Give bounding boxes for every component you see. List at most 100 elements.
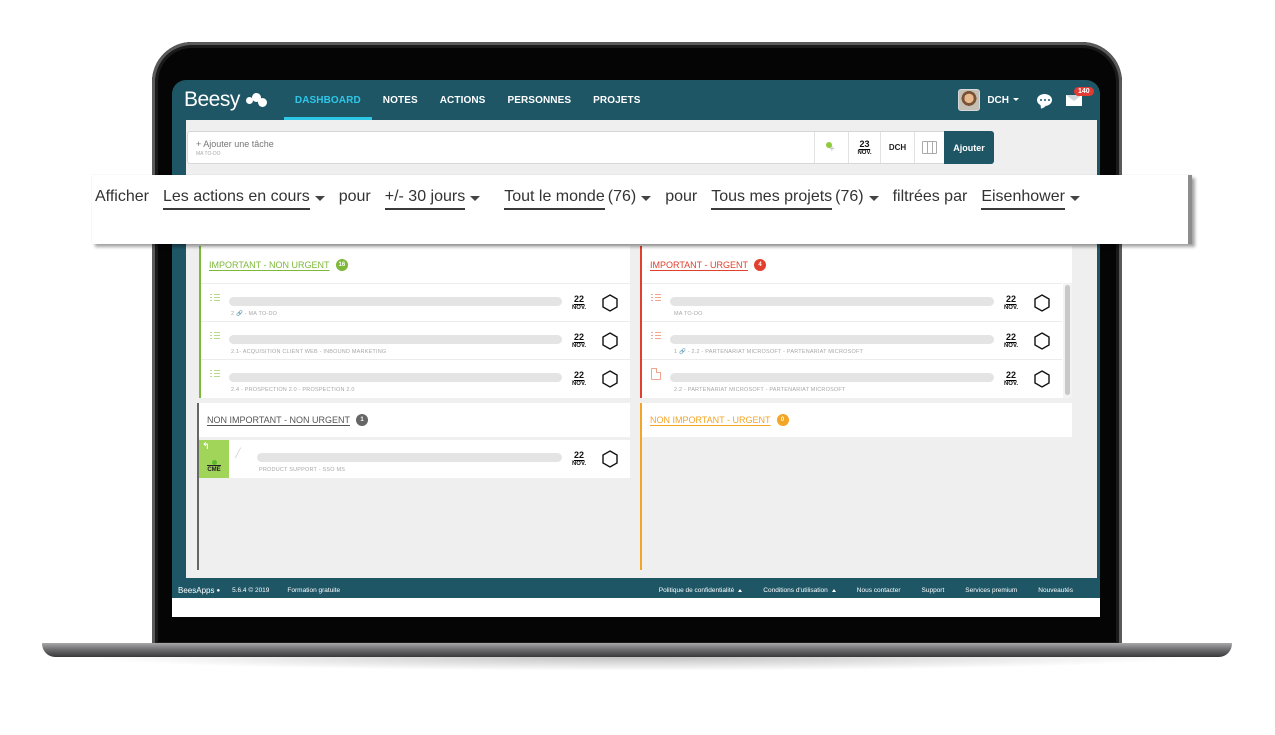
quadrant-title[interactable]: NON IMPORTANT - NON URGENT: [207, 415, 350, 425]
quadrant-title[interactable]: IMPORTANT - URGENT: [650, 260, 748, 270]
user-menu[interactable]: DCH: [987, 95, 1019, 106]
checklist-icon: [651, 331, 661, 340]
footer-news-link[interactable]: Nouveautés: [1038, 587, 1073, 594]
mail-button[interactable]: 140: [1066, 86, 1094, 106]
nav-notes[interactable]: NOTES: [372, 80, 429, 120]
task-title-placeholder: [257, 453, 562, 462]
assign-person-button[interactable]: +: [814, 132, 848, 163]
checklist-icon: [210, 369, 220, 378]
quadrant-non-important-non-urgent: NON IMPORTANT - NON URGENT 1 ↰ CME ╱ PRO…: [197, 403, 630, 570]
scrollbar-thumb[interactable]: [1065, 285, 1070, 395]
filter-projects-count: (76): [835, 188, 864, 205]
quadrant-title[interactable]: NON IMPORTANT - URGENT: [650, 415, 771, 425]
quadrant-count-badge: 4: [754, 258, 767, 271]
quadrant-count-badge: 1: [356, 414, 369, 426]
footer-support-link[interactable]: Support: [922, 587, 945, 594]
hexagon-status-icon[interactable]: [1028, 369, 1056, 388]
chevron-down-icon: [641, 196, 652, 201]
hexagon-status-icon[interactable]: [596, 450, 624, 468]
user-avatar[interactable]: [958, 89, 981, 111]
chat-icon[interactable]: [1037, 94, 1052, 106]
screen-bottom: [172, 598, 1100, 617]
footer-privacy-link[interactable]: Politique de confidentialité: [659, 587, 743, 594]
quadrant-header: NON IMPORTANT - URGENT 0: [642, 403, 1072, 437]
task-due-date[interactable]: 22 NOV.: [994, 370, 1028, 388]
board-button[interactable]: [914, 132, 944, 163]
logo[interactable]: Beesy: [184, 88, 270, 112]
quadrant-important-non-urgent: IMPORTANT - NON URGENT 16 2 🔗 - MA TO-DO…: [199, 246, 630, 398]
task-title-placeholder: [670, 372, 994, 382]
filter-people-dropdown[interactable]: Tout le monde (76): [504, 188, 652, 210]
task-meta: 2.2 - PARTENARIAT MICROSOFT - PARTENARIA…: [674, 386, 846, 393]
filter-period-dropdown[interactable]: +/- 30 jours: [384, 188, 481, 210]
checklist-icon: [210, 331, 220, 340]
nav-menu: DASHBOARD NOTES ACTIONS PERSONNES PROJET…: [283, 80, 652, 120]
logo-hexagons-icon: [244, 91, 270, 109]
mail-count-badge: 140: [1074, 86, 1094, 96]
add-task-input[interactable]: + Ajouter une tâche MA TO-DO: [188, 132, 814, 163]
filter-status-dropdown[interactable]: Les actions en cours: [162, 188, 325, 210]
task-row[interactable]: 2.4 - PROSPECTION 2.0 - PROSPECTION 2.0 …: [201, 359, 630, 397]
task-row[interactable]: ↰ CME ╱ PRODUCT SUPPORT - SSO MS 22 NOV.: [199, 440, 630, 478]
quadrant-header: IMPORTANT - NON URGENT 16: [201, 246, 630, 283]
task-row[interactable]: 1 🔗 - 2.2 - PARTENARIAT MICROSOFT - PART…: [642, 321, 1062, 359]
nav-actions[interactable]: ACTIONS: [429, 80, 497, 120]
add-task-submit-button[interactable]: Ajouter: [944, 131, 994, 164]
nav-personnes[interactable]: PERSONNES: [496, 80, 582, 120]
task-row[interactable]: 2 🔗 - MA TO-DO 22 NOV.: [201, 283, 630, 321]
footer-contact-link[interactable]: Nous contacter: [857, 587, 901, 594]
task-title-placeholder: [670, 334, 994, 344]
quadrant-header: IMPORTANT - URGENT 4: [642, 246, 1072, 283]
dot-icon: ●: [216, 587, 221, 594]
task-due-date[interactable]: 22 NOV.: [562, 370, 596, 388]
nav-dashboard[interactable]: DASHBOARD: [283, 80, 372, 120]
checklist-icon: [651, 293, 661, 302]
hexagon-status-icon[interactable]: [1028, 331, 1056, 350]
footer-brand[interactable]: BeesApps: [178, 586, 214, 595]
task-date-day: 22: [1005, 331, 1016, 343]
task-due-date[interactable]: 22 NOV.: [562, 450, 596, 468]
task-row[interactable]: 2.1- ACQUISITION CLIENT WEB - INBOUND MA…: [201, 321, 630, 359]
task-due-date[interactable]: 22 NOV.: [562, 332, 596, 350]
chevron-down-icon: [1013, 98, 1019, 102]
task-due-date[interactable]: 22 NOV.: [562, 294, 596, 312]
logo-text: Beesy: [184, 88, 240, 111]
hexagon-status-icon[interactable]: [596, 331, 624, 350]
hexagon-status-icon[interactable]: [1028, 293, 1056, 312]
task-row[interactable]: 2.2 - PARTENARIAT MICROSOFT - PARTENARIA…: [642, 359, 1062, 397]
filter-projects-dropdown[interactable]: Tous mes projets (76): [711, 188, 879, 210]
task-meta: PRODUCT SUPPORT - SSO MS: [259, 467, 346, 473]
filter-method-dropdown[interactable]: Eisenhower: [981, 188, 1080, 210]
reply-arrow-icon: ↰: [202, 442, 210, 452]
delegated-badge[interactable]: ↰ CME: [199, 440, 229, 478]
hexagon-status-icon[interactable]: [596, 293, 624, 312]
assignee-button[interactable]: DCH: [880, 132, 914, 163]
task-date-day: 22: [573, 450, 584, 461]
due-date-button[interactable]: 23 NOV.: [848, 132, 880, 163]
filter-people-count: (76): [607, 188, 637, 205]
footer-terms-link[interactable]: Conditions d'utilisation: [763, 587, 836, 594]
task-date-day: 22: [573, 369, 584, 381]
task-meta: 2.1- ACQUISITION CLIENT WEB - INBOUND MA…: [231, 348, 387, 355]
chevron-up-icon: [738, 588, 743, 592]
task-date-month: NOV.: [1003, 380, 1019, 387]
task-date-day: 22: [573, 331, 584, 343]
footer-premium-link[interactable]: Services premium: [965, 587, 1017, 594]
checklist-icon: [210, 293, 220, 302]
task-title-placeholder: [670, 296, 994, 306]
pencil-icon: ╱: [235, 449, 241, 459]
task-due-date[interactable]: 22 NOV.: [994, 332, 1028, 350]
hexagon-status-icon[interactable]: [596, 369, 624, 388]
footer-terms-label: Conditions d'utilisation: [763, 587, 828, 594]
filter-status-value: Les actions en cours: [162, 188, 310, 210]
task-due-date[interactable]: 22 NOV.: [994, 294, 1028, 312]
footer-training-link[interactable]: Formation gratuite: [287, 587, 340, 594]
footer-version: 5.6.4 © 2019: [232, 587, 270, 594]
chevron-down-icon: [1069, 196, 1080, 201]
task-title-placeholder: [229, 296, 562, 306]
task-date-month: NOV.: [1003, 304, 1019, 311]
quadrant-title[interactable]: IMPORTANT - NON URGENT: [209, 260, 330, 270]
nav-projets[interactable]: PROJETS: [582, 80, 651, 120]
filter-method-value: Eisenhower: [981, 188, 1065, 210]
task-row[interactable]: MA TO-DO 22 NOV.: [642, 283, 1062, 321]
